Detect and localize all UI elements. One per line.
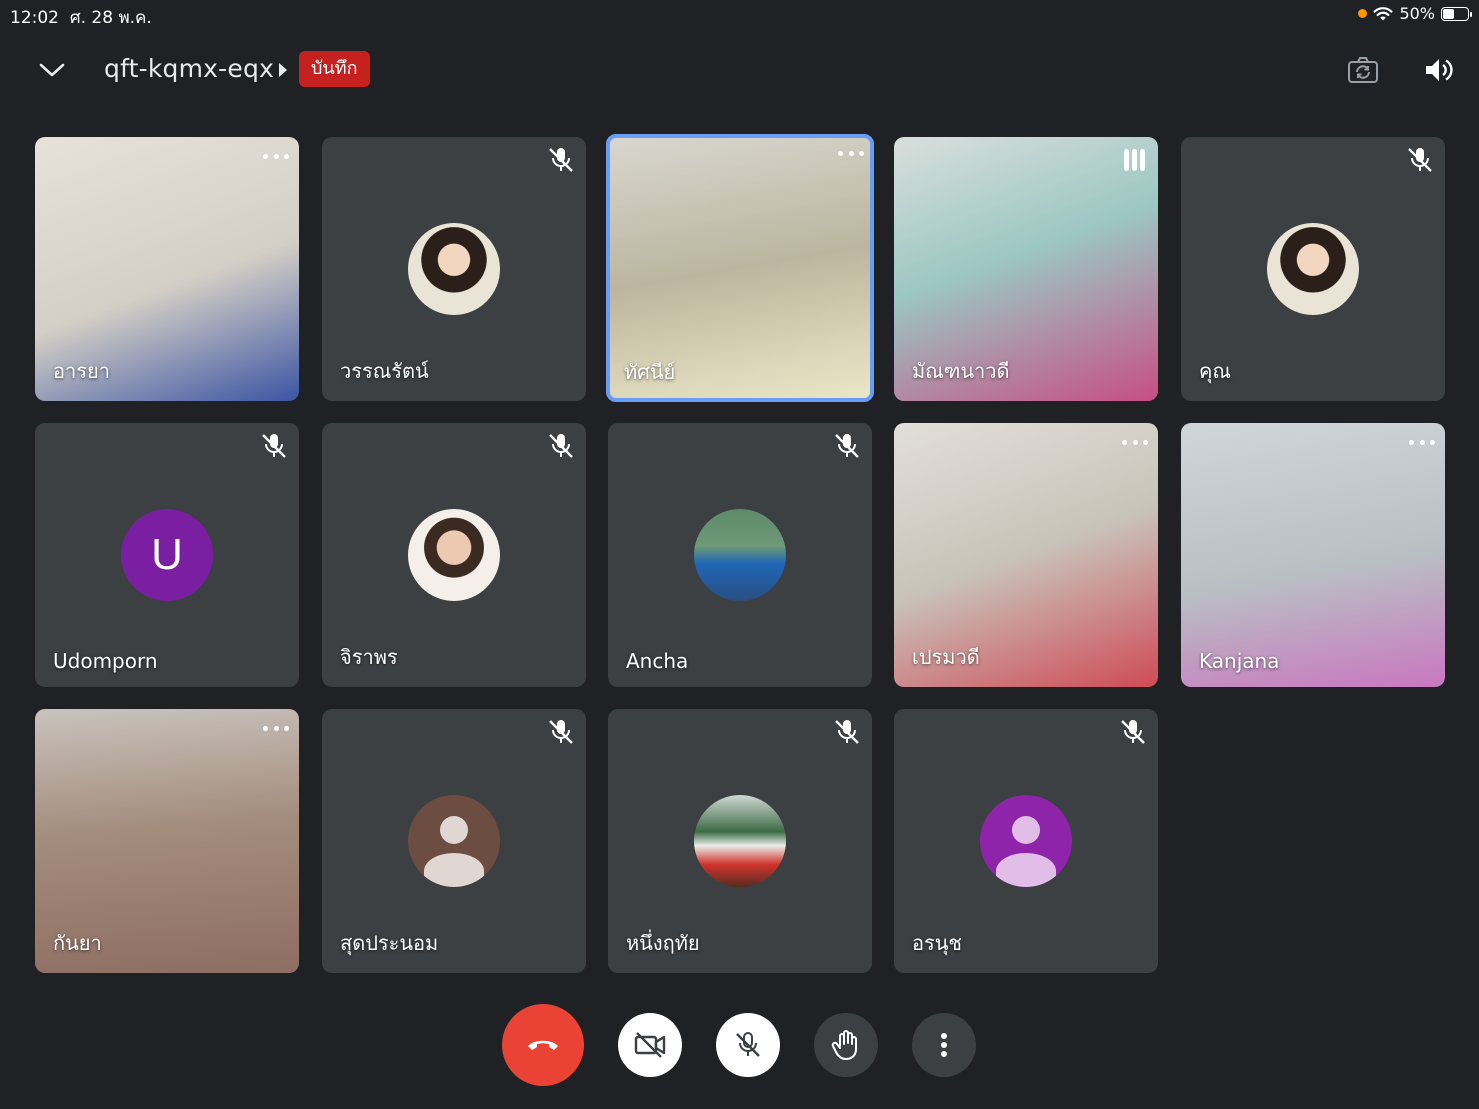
participant-name: มัณฑนาวดี xyxy=(912,359,1010,383)
recording-badge: บันทึก xyxy=(299,51,370,87)
participant-tile[interactable]: U Udomporn xyxy=(35,423,299,687)
mic-off-icon xyxy=(549,148,573,172)
camera-off-icon xyxy=(634,1032,666,1058)
more-options-icon[interactable] xyxy=(263,149,289,163)
mic-toggle-button[interactable] xyxy=(716,1013,780,1077)
mic-off-icon xyxy=(549,720,573,744)
participant-name: กันยา xyxy=(53,931,102,955)
mic-off-icon xyxy=(262,434,286,458)
clock-text: 12:02 xyxy=(10,8,59,28)
camera-toggle-button[interactable] xyxy=(618,1013,682,1077)
speaking-indicator-icon xyxy=(1122,149,1146,171)
participant-avatar xyxy=(408,223,500,315)
battery-icon xyxy=(1441,6,1472,21)
participant-tile[interactable]: Ancha xyxy=(608,423,872,687)
participant-avatar xyxy=(694,795,786,887)
status-indicators: 50% xyxy=(1358,4,1472,23)
more-options-icon[interactable] xyxy=(1409,435,1435,449)
participant-tile[interactable]: สุดประนอม xyxy=(322,709,586,973)
participant-tile[interactable]: อารยา xyxy=(35,137,299,401)
more-options-button[interactable] xyxy=(912,1013,976,1077)
more-options-icon[interactable] xyxy=(263,721,289,735)
participant-name: Ancha xyxy=(626,649,689,673)
participant-tile[interactable]: Kanjana xyxy=(1181,423,1445,687)
date-text: ศ. 28 พ.ค. xyxy=(69,8,152,28)
more-vert-icon xyxy=(941,1033,947,1057)
more-options-icon[interactable] xyxy=(838,146,864,160)
mic-off-icon xyxy=(736,1032,760,1057)
participant-name: คุณ xyxy=(1199,359,1231,383)
call-controls xyxy=(0,1004,1479,1086)
more-options-icon[interactable] xyxy=(1122,435,1148,449)
participant-tile[interactable]: อรนุช xyxy=(894,709,1158,973)
participant-name: ทัศนีย์ xyxy=(624,360,676,384)
participant-tile[interactable]: วรรณรัตน์ xyxy=(322,137,586,401)
mic-off-icon xyxy=(835,720,859,744)
mic-in-use-indicator xyxy=(1358,9,1368,18)
end-call-button[interactable] xyxy=(502,1004,584,1086)
participant-name: Udomporn xyxy=(53,649,158,673)
participant-name: เปรมวดี xyxy=(912,645,980,669)
battery-percent: 50% xyxy=(1399,4,1435,23)
participant-tile-active-speaker[interactable]: ทัศนีย์ xyxy=(606,134,874,402)
participant-avatar xyxy=(694,509,786,601)
meeting-code[interactable]: qft-kqmx-eqx xyxy=(104,54,274,83)
participant-name: อรนุช xyxy=(912,931,962,955)
participant-avatar xyxy=(1267,223,1359,315)
wifi-icon xyxy=(1373,6,1393,20)
speaker-button[interactable] xyxy=(1418,50,1458,90)
battery-fill xyxy=(1443,8,1454,19)
switch-camera-button[interactable] xyxy=(1343,50,1383,90)
participant-tile[interactable]: คุณ xyxy=(1181,137,1445,401)
end-call-icon xyxy=(528,1040,558,1050)
chevron-down-icon xyxy=(39,63,65,77)
participant-name: หนึ่งฤทัย xyxy=(626,931,700,955)
status-time: 12:02 ศ. 28 พ.ค. xyxy=(10,4,152,31)
mic-off-icon xyxy=(1408,148,1432,172)
participant-name: จิราพร xyxy=(340,645,398,669)
raise-hand-button[interactable] xyxy=(814,1013,878,1077)
switch-camera-icon xyxy=(1348,57,1378,83)
mic-off-icon xyxy=(835,434,859,458)
mic-off-icon xyxy=(1121,720,1145,744)
mic-off-icon xyxy=(549,434,573,458)
participant-tile[interactable]: จิราพร xyxy=(322,423,586,687)
default-person-avatar xyxy=(408,795,500,887)
participant-name: Kanjana xyxy=(1199,649,1280,673)
raise-hand-icon xyxy=(831,1030,857,1060)
participant-tile[interactable]: มัณฑนาวดี xyxy=(894,137,1158,401)
caret-right-icon[interactable] xyxy=(278,62,288,78)
participant-avatar-letter: U xyxy=(121,509,213,601)
participant-name: สุดประนอม xyxy=(340,931,439,955)
participant-tile[interactable]: หนึ่งฤทัย xyxy=(608,709,872,973)
meeting-header: qft-kqmx-eqx บันทึก xyxy=(0,40,1479,100)
person-icon xyxy=(424,816,484,887)
speaker-icon xyxy=(1426,59,1453,81)
participant-tile[interactable]: เปรมวดี xyxy=(894,423,1158,687)
default-person-avatar xyxy=(980,795,1072,887)
participant-avatar xyxy=(408,509,500,601)
collapse-button[interactable] xyxy=(36,54,68,86)
participant-tile[interactable]: กันยา xyxy=(35,709,299,973)
person-icon xyxy=(996,816,1056,887)
participant-name: วรรณรัตน์ xyxy=(340,359,429,383)
status-bar: 12:02 ศ. 28 พ.ค. 50% xyxy=(0,0,1479,30)
participant-name: อารยา xyxy=(53,359,110,383)
